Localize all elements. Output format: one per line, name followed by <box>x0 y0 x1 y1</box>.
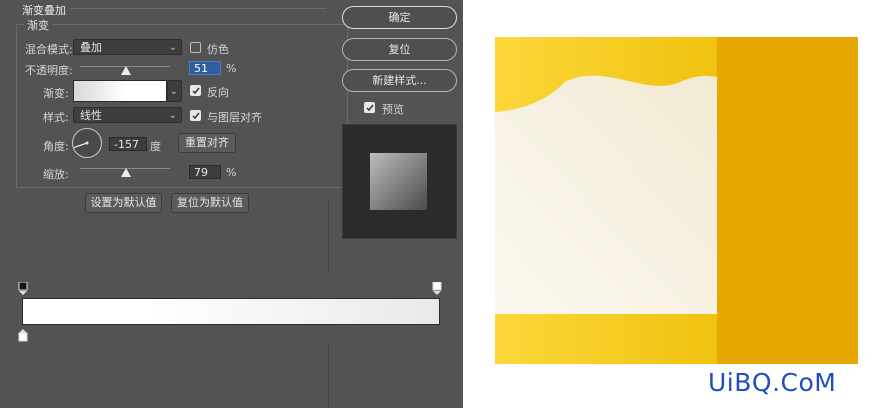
blend-mode-label: 混合模式: <box>25 43 73 56</box>
section-divider <box>70 8 326 9</box>
section-title: 渐变叠加 <box>22 4 66 17</box>
preview-checkbox[interactable] <box>364 102 375 113</box>
opacity-stop-right[interactable] <box>432 281 442 296</box>
scale-input[interactable]: 79 <box>189 165 221 179</box>
align-with-layer-label: 与图层对齐 <box>207 111 262 124</box>
opacity-unit: % <box>226 62 237 75</box>
style-select[interactable]: 线性 ⌄ <box>73 107 182 123</box>
scale-unit: % <box>226 166 237 179</box>
style-value: 线性 <box>80 109 102 122</box>
preview-label: 预览 <box>382 103 404 116</box>
ok-button[interactable]: 确定 <box>342 6 457 29</box>
preview-swatch <box>370 153 427 210</box>
panel-divider <box>328 200 329 272</box>
blend-mode-value: 叠加 <box>80 41 102 54</box>
reverse-label: 反向 <box>207 86 229 99</box>
chevron-down-icon: ⌄ <box>168 110 177 121</box>
opacity-input[interactable]: 51 <box>189 61 221 75</box>
style-label: 样式: <box>43 111 69 124</box>
make-default-button[interactable]: 设置为默认值 <box>85 193 162 213</box>
angle-dial[interactable] <box>71 127 103 159</box>
new-style-button[interactable]: 新建样式... <box>342 69 457 92</box>
align-with-layer-checkbox[interactable] <box>190 110 201 121</box>
gradient-swatch[interactable] <box>73 80 167 102</box>
angle-label: 角度: <box>43 140 69 153</box>
design-canvas <box>495 37 858 364</box>
angle-unit: 度 <box>150 140 161 153</box>
reset-alignment-button[interactable]: 重置对齐 <box>178 133 236 153</box>
wave-content-area <box>495 75 717 314</box>
dither-checkbox[interactable] <box>190 42 201 53</box>
panel-divider-lower <box>328 343 329 408</box>
style-preview-box <box>342 124 457 239</box>
reset-button[interactable]: 复位 <box>342 38 457 61</box>
gradient-picker-button[interactable]: ⌄ <box>167 80 182 102</box>
opacity-stop-left[interactable] <box>18 281 28 296</box>
scale-label: 缩放: <box>43 168 69 181</box>
gradient-label: 渐变: <box>43 87 69 100</box>
chevron-down-icon: ⌄ <box>169 86 178 97</box>
watermark-text: UiBQ.CoM <box>708 368 837 397</box>
color-stop-left[interactable] <box>18 328 28 342</box>
reverse-checkbox[interactable] <box>190 85 201 96</box>
right-panel <box>717 37 858 364</box>
reset-to-default-button[interactable]: 复位为默认值 <box>171 193 249 213</box>
angle-input[interactable]: -157 <box>109 137 147 151</box>
group-title: 渐变 <box>24 17 52 33</box>
opacity-slider-thumb[interactable] <box>120 66 131 75</box>
dither-label: 仿色 <box>207 43 229 56</box>
blend-mode-select[interactable]: 叠加 ⌄ <box>73 39 182 55</box>
gradient-overlay-dialog: 渐变叠加 渐变 混合模式: 叠加 ⌄ 仿色 不透明度: 51 % 渐变: ⌄ 反… <box>0 0 463 408</box>
gradient-bar[interactable] <box>22 298 440 325</box>
chevron-down-icon: ⌄ <box>168 42 177 53</box>
opacity-label: 不透明度: <box>25 64 73 77</box>
scale-slider-thumb[interactable] <box>121 168 132 177</box>
